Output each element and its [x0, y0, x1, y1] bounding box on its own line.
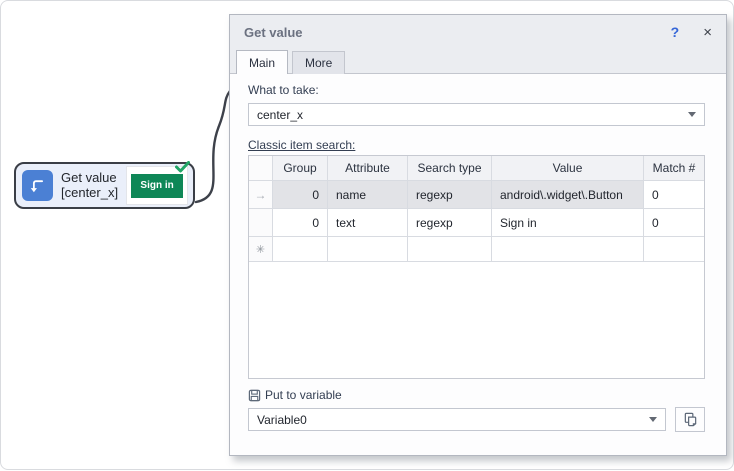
cell-group[interactable]: 0: [273, 181, 328, 209]
column-header-search-type[interactable]: Search type: [408, 156, 492, 181]
node-target-preview: Sign in: [126, 161, 191, 205]
variable-select-value: Variable0: [257, 412, 307, 427]
cell-attribute[interactable]: text: [328, 209, 408, 237]
column-header-group[interactable]: Group: [273, 156, 328, 181]
cell-match[interactable]: 0: [644, 181, 704, 209]
node-title: Get value: [61, 169, 117, 185]
tab-strip: Main More: [230, 49, 726, 74]
cell-match[interactable]: 0: [644, 209, 704, 237]
cell-group[interactable]: 0: [273, 209, 328, 237]
cell-group[interactable]: [273, 237, 328, 262]
help-icon[interactable]: ?: [671, 24, 680, 40]
chevron-down-icon: [649, 417, 657, 422]
search-table: Group Attribute Search type Value Match …: [248, 155, 705, 379]
copy-variable-button[interactable]: [675, 407, 705, 432]
get-value-action-icon: [22, 170, 53, 201]
current-row-arrow-icon: →: [254, 187, 267, 202]
cell-match[interactable]: [644, 237, 704, 262]
new-row-asterisk-icon: ✳: [255, 243, 266, 256]
get-value-dialog: Get value ? × Main More What to take: ce…: [229, 14, 727, 456]
tab-more[interactable]: More: [292, 51, 346, 74]
cell-search-type[interactable]: [408, 237, 492, 262]
what-to-take-label: What to take:: [248, 83, 319, 97]
close-icon[interactable]: ×: [703, 24, 712, 41]
variable-select[interactable]: Variable0: [248, 408, 666, 431]
cell-search-type[interactable]: regexp: [408, 209, 492, 237]
node-label: Get value [center_x]: [61, 169, 119, 201]
cell-attribute[interactable]: [328, 237, 408, 262]
flow-node-get-value[interactable]: Get value [center_x] Sign in: [14, 161, 195, 209]
row-indicator: [249, 209, 273, 237]
tab-main[interactable]: Main: [236, 50, 289, 74]
put-to-variable-row: Put to variable: [248, 388, 705, 402]
cell-value[interactable]: android\.widget\.Button: [492, 181, 644, 209]
node-subtitle: [center_x]: [61, 184, 119, 200]
put-to-variable-label: Put to variable: [265, 388, 342, 402]
what-to-take-value: center_x: [257, 107, 304, 122]
sign-in-button-preview: Sign in: [131, 173, 184, 198]
dialog-body: What to take: center_x Classic item sear…: [230, 74, 726, 432]
copy-icon: [684, 412, 696, 427]
column-header-attribute[interactable]: Attribute: [328, 156, 408, 181]
search-table-grid: Group Attribute Search type Value Match …: [249, 156, 704, 262]
variable-row: Variable0: [248, 407, 705, 432]
classic-item-search-label: Classic item search:: [248, 138, 356, 152]
dialog-header: Get value ? ×: [230, 15, 726, 49]
new-row-indicator: ✳: [249, 237, 273, 262]
cell-search-type[interactable]: regexp: [408, 181, 492, 209]
table-corner-cell: [249, 156, 273, 181]
chevron-down-icon: [688, 112, 696, 117]
checkmark-icon: [175, 161, 191, 173]
column-header-value[interactable]: Value: [492, 156, 644, 181]
screenshot-frame: Get value [center_x] Sign in Get value ?…: [0, 0, 734, 470]
dialog-title: Get value: [244, 24, 303, 40]
cell-value[interactable]: [492, 237, 644, 262]
what-to-take-select[interactable]: center_x: [248, 103, 705, 126]
save-icon: [248, 389, 261, 401]
column-header-match[interactable]: Match #: [644, 156, 704, 181]
cell-value[interactable]: Sign in: [492, 209, 644, 237]
cell-attribute[interactable]: name: [328, 181, 408, 209]
row-indicator-current: →: [249, 181, 273, 209]
